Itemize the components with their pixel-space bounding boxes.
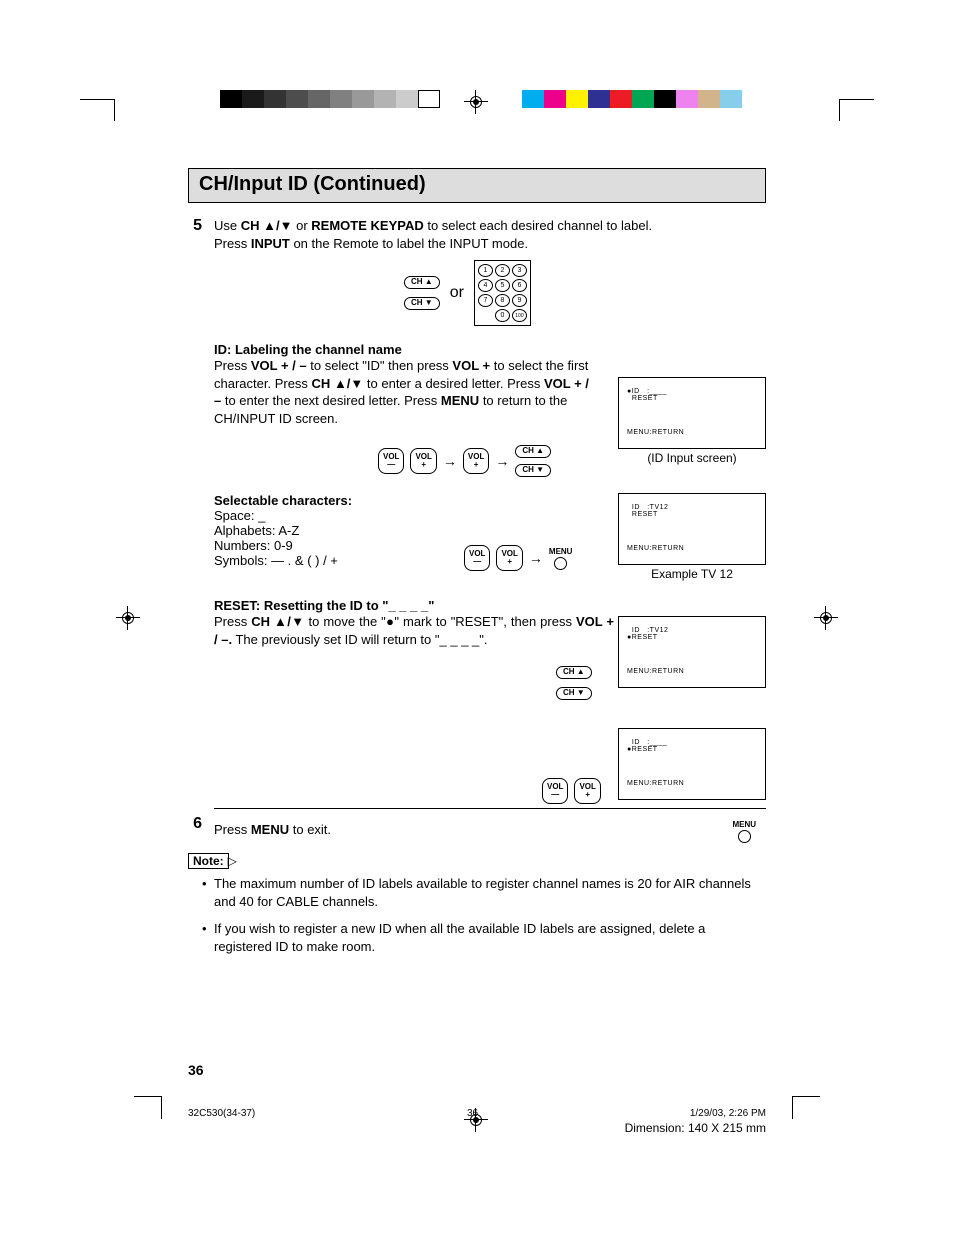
gray-swatches <box>220 90 440 108</box>
remote-keypad: 123 456 789 0100 <box>474 260 531 326</box>
color-swatches <box>522 90 742 108</box>
footer-page: 36 <box>467 1108 478 1119</box>
registration-mark-icon <box>120 610 136 626</box>
note-item: The maximum number of ID labels availabl… <box>202 875 766 911</box>
osd-screen: ID :____ ●RESET MENU:RETURN <box>618 728 766 800</box>
id-labeling-text: Press VOL + / – to select "ID" then pres… <box>214 357 594 427</box>
ch-down-button: CH ▼ <box>556 687 592 700</box>
page-title: CH/Input ID (Continued) <box>188 168 766 203</box>
ch-up-button: CH ▲ <box>515 445 551 458</box>
footer-file: 32C530(34-37) <box>188 1108 255 1119</box>
note-section: Note:▷ The maximum number of ID labels a… <box>188 853 766 956</box>
registration-mark-icon <box>818 610 834 626</box>
note-label: Note: <box>188 853 229 869</box>
printer-marks-top <box>0 92 954 122</box>
vol-minus-button: VOL — <box>378 448 404 474</box>
footer: 32C530(34-37) 36 1/29/03, 2:26 PM Dimens… <box>188 1108 766 1135</box>
menu-button: MENU <box>549 547 573 570</box>
osd-screen: ID :TV12 RESET MENU:RETURN <box>618 493 766 565</box>
ch-down-button: CH ▼ <box>404 297 440 310</box>
page-number: 36 <box>188 1062 204 1078</box>
chevron-right-icon: ▷ <box>228 854 237 868</box>
reset-text: Press CH ▲/▼ to move the "●" mark to "RE… <box>214 613 614 648</box>
step6-text: Press MENU to exit. <box>214 821 331 839</box>
menu-button: MENU <box>732 820 756 843</box>
vol-minus-button: VOL — <box>542 778 568 804</box>
ch-up-button: CH ▲ <box>556 666 592 679</box>
step5-text: Use CH ▲/▼ or REMOTE KEYPAD to select ea… <box>214 217 766 252</box>
screen-caption: Example TV 12 <box>618 567 766 581</box>
arrow-right-icon: → <box>529 550 543 566</box>
footer-datetime: 1/29/03, 2:26 PM <box>690 1108 766 1119</box>
step-number: 6 <box>186 815 202 833</box>
crop-mark <box>134 1096 162 1097</box>
vol-plus-button: VOL + <box>574 778 600 804</box>
reset-head: RESET: Resetting the ID to "_ _ _ _" <box>214 598 766 613</box>
id-labeling-head: ID: Labeling the channel name <box>214 342 766 357</box>
step-5: 5 Use CH ▲/▼ or REMOTE KEYPAD to select … <box>188 217 766 809</box>
arrow-right-icon: → <box>443 453 457 469</box>
ch-down-button: CH ▼ <box>515 464 551 477</box>
ch-up-button: CH ▲ <box>404 276 440 289</box>
step-6: 6 Press MENU to exit. MENU <box>188 815 766 843</box>
footer-dimension: Dimension: 140 X 215 mm <box>188 1121 766 1135</box>
crop-mark <box>792 1096 820 1097</box>
registration-mark-icon <box>468 94 484 110</box>
divider <box>214 808 766 809</box>
vol-minus-button: VOL — <box>464 545 490 571</box>
vol-plus-button: VOL + <box>463 448 489 474</box>
note-list: The maximum number of ID labels availabl… <box>202 875 766 956</box>
or-text: or <box>450 284 464 302</box>
page-content: CH/Input ID (Continued) 5 Use CH ▲/▼ or … <box>188 168 766 964</box>
vol-plus-button: VOL + <box>496 545 522 571</box>
osd-screen: ●ID :____ RESET MENU:RETURN <box>618 377 766 449</box>
vol-plus-button: VOL + <box>410 448 436 474</box>
note-item: If you wish to register a new ID when al… <box>202 920 766 956</box>
step-number: 5 <box>186 217 202 235</box>
osd-screen: ID :TV12 ●RESET MENU:RETURN <box>618 616 766 688</box>
screen-caption: (ID Input screen) <box>618 451 766 465</box>
arrow-right-icon: → <box>495 453 509 469</box>
